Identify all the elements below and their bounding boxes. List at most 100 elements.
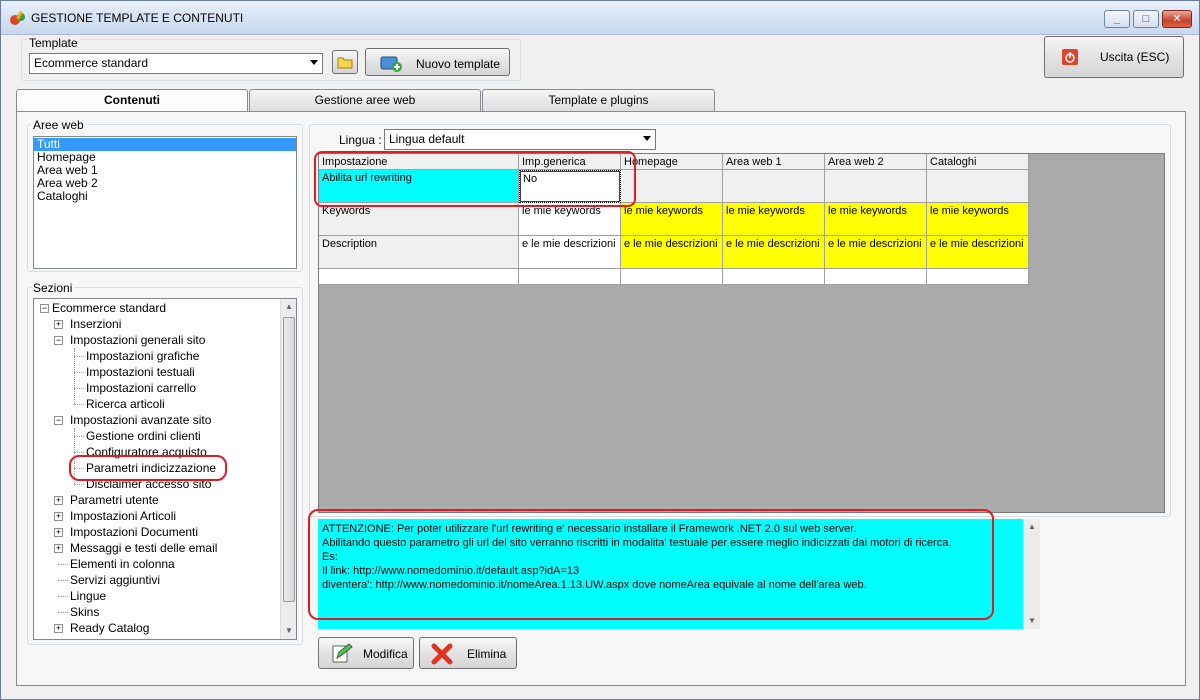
grid-cell[interactable] [319,269,519,285]
scroll-down-icon[interactable]: ▼ [281,623,296,639]
column-header: Area web 2 [825,154,927,170]
grid-cell[interactable]: le mie keywords [825,203,927,236]
scroll-down-icon[interactable]: ▼ [1024,613,1040,629]
highlight-box [314,151,636,207]
column-header: Cataloghi [927,154,1029,170]
grid-cell[interactable]: le mie keywords [621,203,723,236]
tree-connector [58,564,68,565]
tree-item-label: Elementi in colonna [70,557,175,571]
grid-cell[interactable] [621,269,723,285]
lingua-select[interactable]: Lingua default [384,129,656,150]
tree-connector [74,404,84,405]
grid-cell[interactable]: le mie keywords [519,203,621,236]
chevron-down-icon [306,54,322,73]
grid-cell[interactable] [723,170,825,203]
tree-item-label: Impostazioni carrello [86,381,197,395]
grid-cell[interactable]: e le mie descrizioni [723,236,825,269]
tree-item-label: Impostazioni grafiche [86,349,200,363]
grid-cell[interactable] [723,269,825,285]
tree-connector [58,596,68,597]
grid-cell[interactable]: e le mie descrizioni [519,236,621,269]
tree-item-label: Ricerca articoli [86,397,165,411]
highlight-box [308,509,994,620]
column-header: Homepage [621,154,723,170]
tab-template-e-plugins[interactable]: Template e plugins [482,89,715,111]
exit-label: Uscita (ESC) [1100,50,1170,64]
scroll-up-icon[interactable]: ▲ [281,299,296,315]
collapse-icon[interactable]: − [54,416,63,425]
expand-icon[interactable]: + [54,496,63,505]
expand-icon[interactable]: + [54,528,63,537]
expand-icon[interactable]: + [54,624,63,633]
new-template-label: Nuovo template [416,57,501,71]
tab-contenuti[interactable]: Contenuti [16,89,248,113]
tab-gestione-aree-web[interactable]: Gestione aree web [249,89,481,111]
grid-cell[interactable] [927,170,1029,203]
tree-item-label: Gestione ordini clienti [86,429,201,443]
window-title: GESTIONE TEMPLATE E CONTENUTI [31,11,244,25]
column-header: Area web 1 [723,154,825,170]
tree-item-label: Skins [70,605,100,619]
collapse-icon[interactable]: − [40,304,49,313]
tree-item-label: Ecommerce standard [52,301,167,315]
message-scrollbar[interactable]: ▲ ▼ [1023,519,1040,629]
maximize-button[interactable]: □ [1133,10,1159,28]
main-window: GESTIONE TEMPLATE E CONTENUTI _ □ ✕ Temp… [0,0,1200,700]
elimina-label: Elimina [467,647,507,661]
tree-connector [74,388,84,389]
expand-icon[interactable]: + [54,320,63,329]
expand-icon[interactable]: + [54,544,63,553]
grid-cell[interactable] [519,269,621,285]
edit-icon [332,643,353,663]
grid-cell[interactable]: e le mie descrizioni [825,236,927,269]
grid-cell[interactable] [825,269,927,285]
add-template-icon [380,56,402,72]
tree-connector [74,484,84,485]
tree-connector [74,356,84,357]
template-label: Template [27,36,80,50]
highlight-box [69,455,227,481]
grid-cell[interactable]: e le mie descrizioni [621,236,723,269]
delete-icon [431,643,453,665]
collapse-icon[interactable]: − [54,336,63,345]
tree-item-label: Servizi aggiuntivi [70,573,161,587]
tree-item-label: Inserzioni [70,317,122,331]
open-folder-button[interactable] [332,50,358,74]
tree-connector [74,372,84,373]
new-template-button[interactable]: Nuovo template [365,48,510,76]
grid-cell[interactable]: e le mie descrizioni [927,236,1029,269]
tree-connector [74,452,84,453]
grid-cell[interactable] [621,170,723,203]
tree-scrollbar[interactable]: ▲ ▼ [280,299,296,639]
list-item[interactable]: Cataloghi [34,190,296,203]
tree-item-label: Impostazioni avanzate sito [70,413,212,427]
tree-item-label: Lingue [70,589,107,603]
exit-button[interactable]: Uscita (ESC) [1044,36,1184,78]
tree-item-label: Impostazioni generali sito [70,333,206,347]
grid-cell[interactable]: le mie keywords [723,203,825,236]
modifica-button[interactable]: Modifica [318,637,414,669]
tree-connector [58,580,68,581]
chevron-down-icon [639,130,655,149]
elimina-button[interactable]: Elimina [419,637,517,669]
tree-item-label: Impostazioni Articoli [70,509,177,523]
tree-item-label: Parametri utente [70,493,159,507]
power-icon [1062,49,1078,65]
scroll-thumb[interactable] [283,317,295,602]
modifica-label: Modifica [363,647,408,661]
template-select[interactable]: Ecommerce standard [29,53,323,74]
grid-cell[interactable] [927,269,1029,285]
folder-icon [337,57,353,69]
tree-connector [74,436,84,437]
minimize-button[interactable]: _ [1104,10,1130,28]
grid-cell[interactable] [825,170,927,203]
expand-icon[interactable]: + [54,512,63,521]
scroll-up-icon[interactable]: ▲ [1024,519,1040,535]
grid-cell[interactable]: Keywords [319,203,519,236]
close-button[interactable]: ✕ [1162,10,1192,28]
grid-cell[interactable]: le mie keywords [927,203,1029,236]
tree-connector [74,348,75,404]
tree-item-label: Ready Catalog [70,621,150,635]
grid-cell[interactable]: Description [319,236,519,269]
tree-item-label: Impostazioni testuali [86,365,195,379]
